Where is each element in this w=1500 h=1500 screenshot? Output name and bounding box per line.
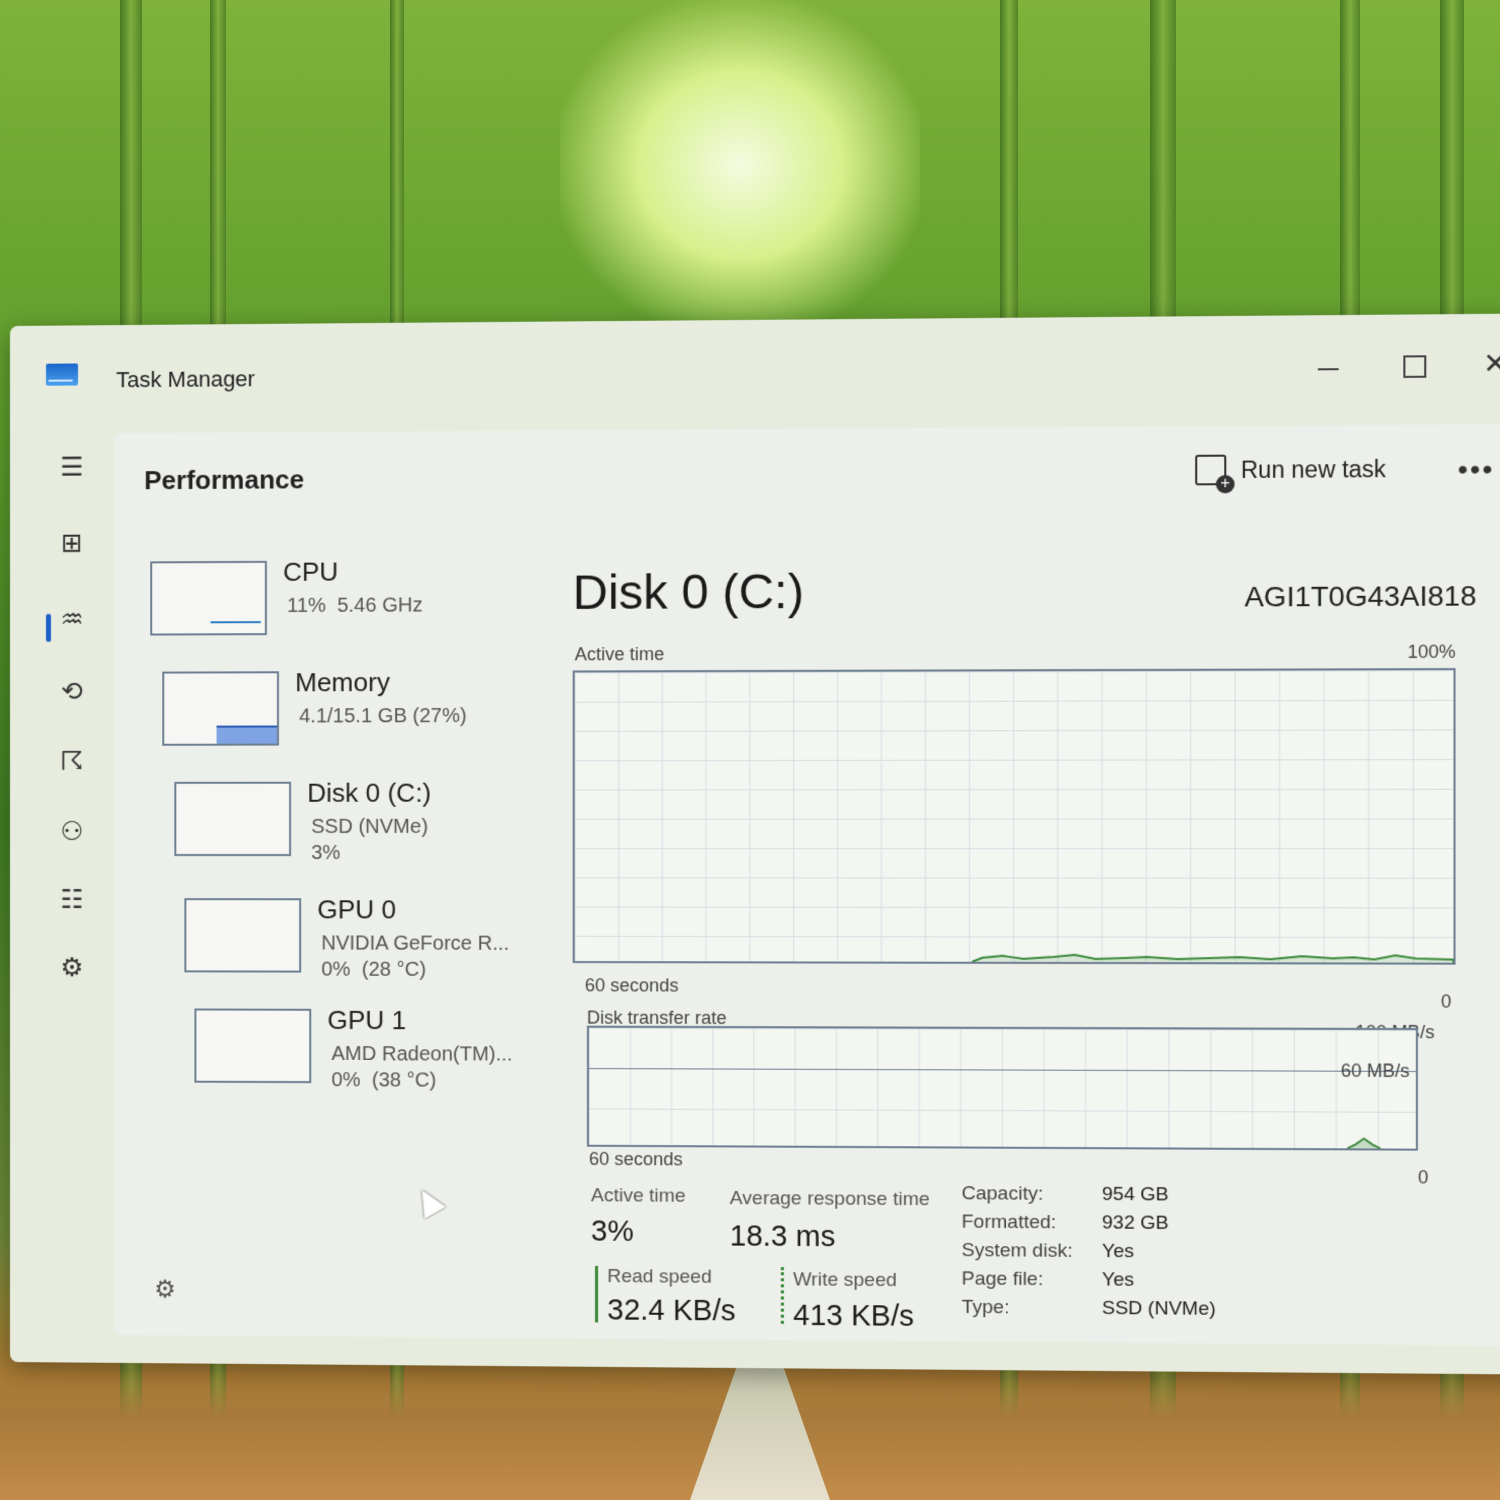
transfer-rate-x-label: 60 seconds bbox=[588, 1148, 683, 1170]
close-button[interactable]: ✕ bbox=[1464, 338, 1500, 390]
property-key: Page file: bbox=[961, 1268, 1044, 1291]
details-icon[interactable]: ☷ bbox=[50, 878, 94, 922]
run-task-label: Run new task bbox=[1240, 455, 1386, 483]
performance-icon[interactable]: ♒ bbox=[50, 598, 94, 642]
disk-thumbnail bbox=[174, 781, 292, 857]
page-title: Performance bbox=[144, 464, 305, 496]
resource-detail: SSD (NVMe) 3% bbox=[311, 815, 429, 865]
resource-item-gpu0[interactable]: GPU 0 NVIDIA GeForce R... 0% (28 °C) bbox=[174, 890, 544, 1001]
disk-title: Disk 0 (C:) bbox=[572, 565, 805, 621]
resource-name: CPU bbox=[283, 556, 339, 587]
resource-name: Disk 0 (C:) bbox=[307, 777, 432, 808]
property-row: Page file: Yes bbox=[962, 1268, 1216, 1298]
transfer-rate-graph: 60 MB/s bbox=[586, 1025, 1418, 1151]
active-time-chart-max: 100% bbox=[1407, 641, 1456, 663]
startup-apps-icon[interactable]: ☈ bbox=[50, 740, 94, 784]
disk-model: AGI1T0G43AI818 bbox=[1244, 579, 1477, 613]
resource-detail: NVIDIA GeForce R... 0% (28 °C) bbox=[321, 932, 510, 981]
resource-item-gpu1[interactable]: GPU 1 AMD Radeon(TM)... 0% (38 °C) bbox=[184, 1000, 544, 1112]
active-time-min: 0 bbox=[1440, 991, 1452, 1012]
resource-detail: 4.1/15.1 GB (27%) bbox=[299, 704, 467, 728]
avg-response-value: 18.3 ms bbox=[729, 1220, 836, 1254]
active-time-chart-label: Active time bbox=[574, 643, 665, 665]
settings-icon[interactable]: ⚙ bbox=[154, 1275, 176, 1303]
maximize-button[interactable] bbox=[1382, 339, 1445, 391]
property-row: System disk: Yes bbox=[962, 1240, 1216, 1270]
run-task-icon bbox=[1195, 454, 1227, 486]
property-row: Capacity: 954 GB bbox=[962, 1183, 1216, 1213]
resource-name: GPU 1 bbox=[327, 1004, 407, 1036]
avg-response-label: Average response time bbox=[729, 1187, 930, 1211]
window-title: Task Manager bbox=[116, 366, 255, 393]
resource-name: GPU 0 bbox=[317, 894, 397, 925]
processes-icon[interactable]: ⊞ bbox=[50, 522, 94, 566]
property-value: Yes bbox=[1101, 1240, 1135, 1263]
property-key: Type: bbox=[961, 1296, 1010, 1319]
users-icon[interactable]: ⚇ bbox=[50, 810, 94, 854]
task-manager-icon bbox=[45, 363, 79, 386]
active-time-stat-label: Active time bbox=[590, 1185, 686, 1207]
property-value: SSD (NVMe) bbox=[1101, 1297, 1216, 1320]
property-row: Type: SSD (NVMe) bbox=[962, 1297, 1216, 1327]
wallpaper-sky bbox=[560, 0, 920, 330]
run-new-task-button[interactable]: Run new task bbox=[1195, 454, 1386, 486]
property-key: Capacity: bbox=[961, 1183, 1044, 1205]
app-history-icon[interactable]: ⟲ bbox=[50, 670, 94, 714]
resource-item-disk[interactable]: Disk 0 (C:) SSD (NVMe) 3% bbox=[164, 773, 544, 890]
write-speed-value: 413 KB/s bbox=[793, 1299, 914, 1333]
read-speed-label: Read speed bbox=[607, 1265, 712, 1288]
cpu-graph-line bbox=[210, 621, 261, 630]
property-value: 954 GB bbox=[1101, 1183, 1169, 1206]
property-value: Yes bbox=[1101, 1269, 1135, 1291]
active-time-graph bbox=[572, 668, 1456, 965]
services-icon[interactable]: ⚙ bbox=[50, 946, 94, 990]
resource-name: Memory bbox=[295, 666, 390, 698]
cpu-thumbnail bbox=[150, 560, 267, 636]
menu-icon[interactable]: ☰ bbox=[50, 445, 94, 489]
transfer-rate-line bbox=[589, 1028, 1416, 1149]
read-speed-value: 32.4 KB/s bbox=[607, 1294, 736, 1328]
property-row: Formatted: 932 GB bbox=[962, 1211, 1216, 1241]
resource-detail: AMD Radeon(TM)... 0% (38 °C) bbox=[331, 1043, 513, 1092]
minimize-button[interactable] bbox=[1297, 339, 1359, 391]
memory-usage-fill bbox=[216, 725, 277, 744]
active-time-stat-value: 3% bbox=[590, 1215, 634, 1248]
task-manager-window: Task Manager ✕ ☰ ⊞ ♒ ⟲ ☈ ⚇ ☷ ⚙ Performan… bbox=[10, 313, 1500, 1375]
write-speed-indicator bbox=[780, 1267, 784, 1324]
resource-item-memory[interactable]: Memory 4.1/15.1 GB (27%) bbox=[152, 662, 544, 773]
transfer-rate-min: 0 bbox=[1417, 1167, 1429, 1188]
disk-detail-panel: Disk 0 (C:) AGI1T0G43AI818 Active time 1… bbox=[569, 547, 1477, 1333]
disk-properties: Capacity: 954 GB Formatted: 932 GB Syste… bbox=[962, 1183, 1216, 1327]
write-speed-label: Write speed bbox=[793, 1269, 897, 1292]
performance-page: Performance Run new task ••• CPU 11% 5.4… bbox=[114, 424, 1500, 1346]
title-bar[interactable]: Task Manager ✕ bbox=[10, 313, 1500, 430]
nav-rail: ☰ ⊞ ♒ ⟲ ☈ ⚇ ☷ ⚙ bbox=[40, 445, 120, 1327]
gpu1-thumbnail bbox=[194, 1008, 312, 1084]
more-options-button[interactable]: ••• bbox=[1458, 453, 1495, 486]
property-key: System disk: bbox=[961, 1239, 1073, 1262]
read-speed-indicator bbox=[595, 1265, 599, 1323]
active-time-x-label: 60 seconds bbox=[584, 975, 679, 996]
resource-list: CPU 11% 5.46 GHz Memory 4.1/15.1 GB (27%… bbox=[140, 552, 544, 1113]
memory-thumbnail bbox=[162, 671, 279, 746]
active-time-line bbox=[575, 670, 1454, 963]
resource-detail: 11% 5.46 GHz bbox=[287, 594, 423, 618]
resource-item-cpu[interactable]: CPU 11% 5.46 GHz bbox=[140, 552, 544, 664]
gpu0-thumbnail bbox=[184, 898, 302, 973]
property-value: 932 GB bbox=[1101, 1212, 1169, 1235]
property-key: Formatted: bbox=[961, 1211, 1057, 1234]
mouse-cursor bbox=[411, 1184, 446, 1219]
